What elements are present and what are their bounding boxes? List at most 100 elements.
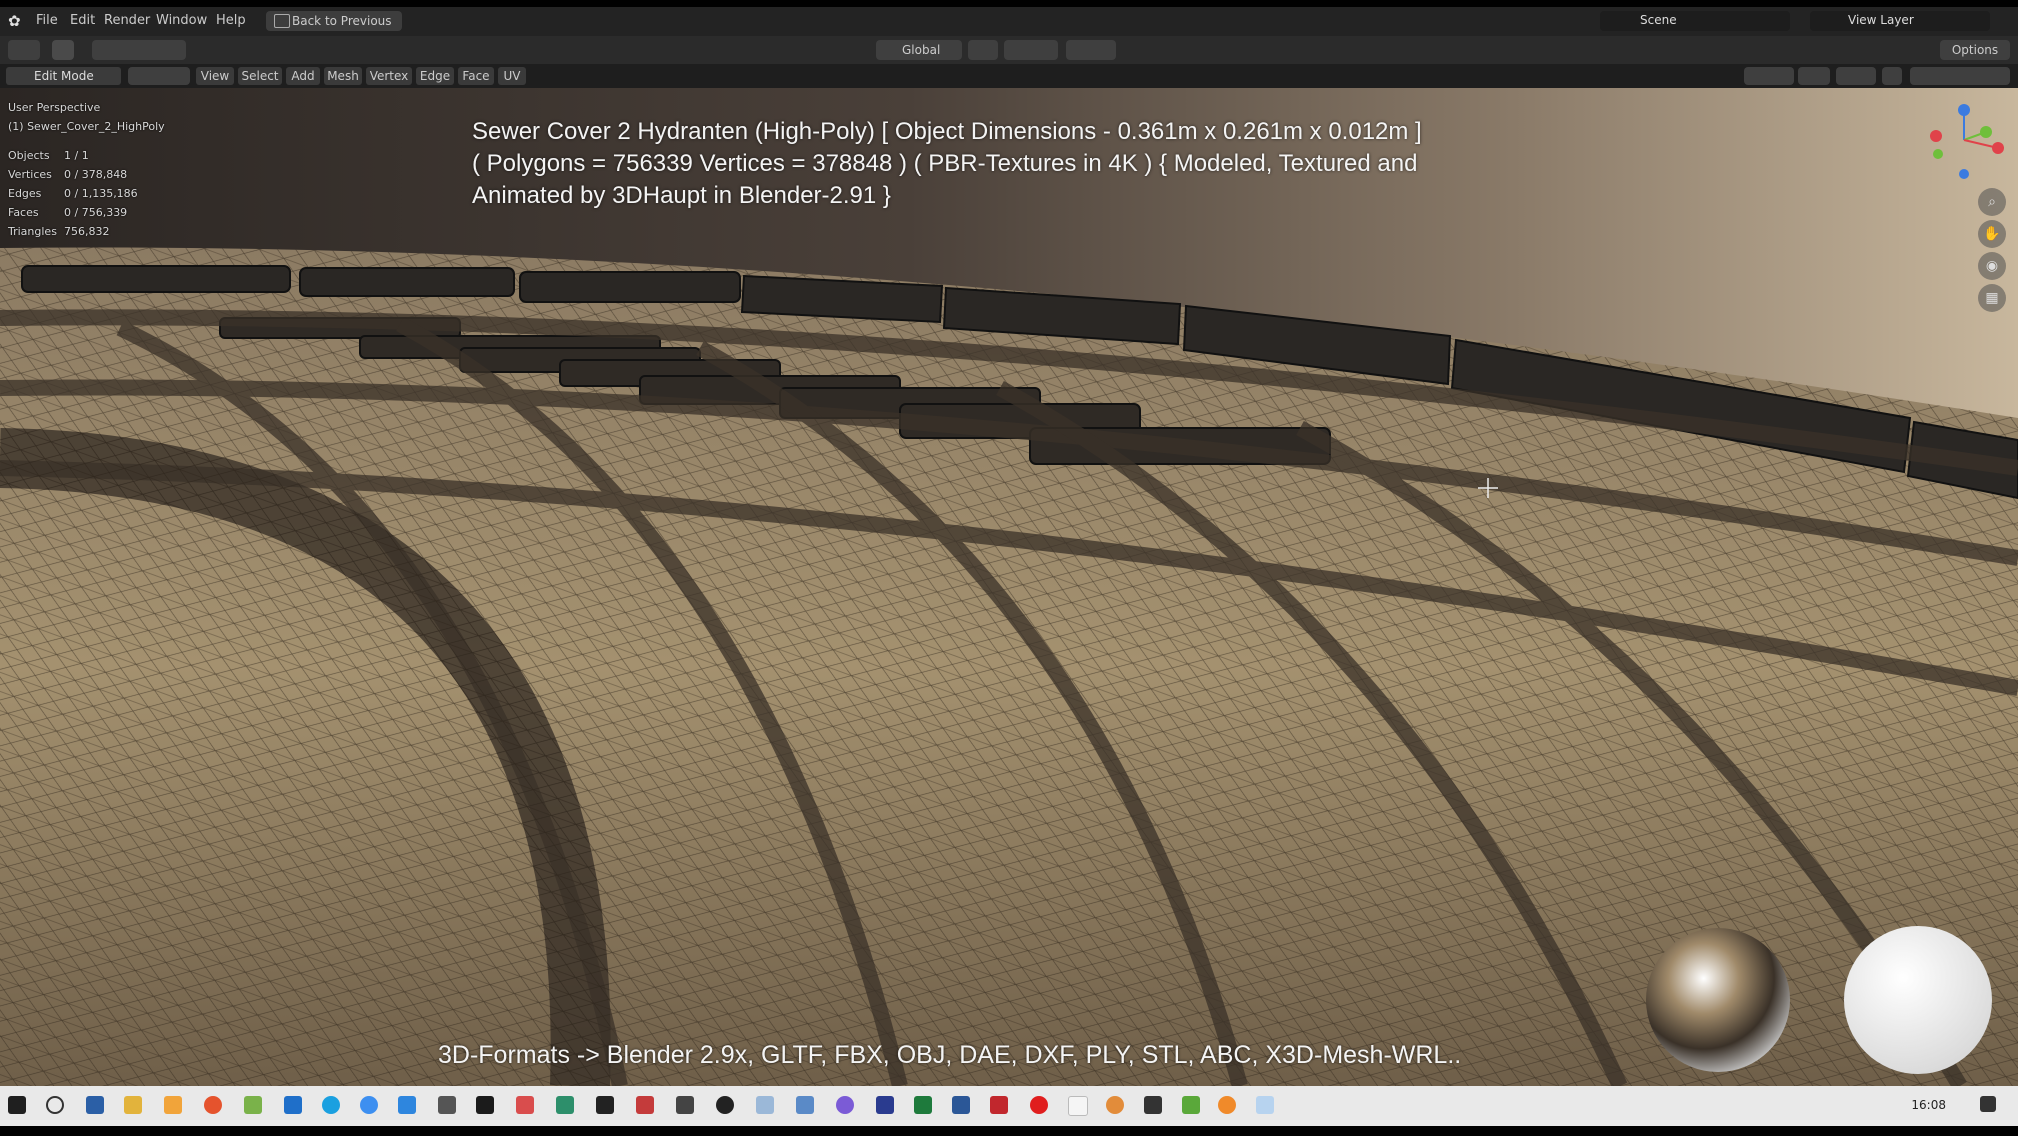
mode-dropdown[interactable]: Edit Mode — [6, 67, 121, 85]
app-icon[interactable] — [836, 1096, 854, 1114]
document-icon[interactable] — [1068, 1096, 1088, 1116]
transform-orientation-dropdown[interactable]: Global — [876, 40, 962, 60]
app-icon[interactable] — [990, 1096, 1008, 1114]
perspective-label: User Perspective — [8, 101, 101, 114]
title-line-3: Animated by 3DHaupt in Blender-2.91 } — [472, 182, 891, 209]
outlook-icon[interactable] — [284, 1096, 302, 1114]
notification-icon[interactable] — [1980, 1096, 1996, 1112]
menu-help[interactable]: Help — [216, 13, 246, 28]
skype-icon[interactable] — [322, 1096, 340, 1114]
app-icon[interactable] — [1256, 1096, 1274, 1114]
app-icon[interactable] — [1106, 1096, 1124, 1114]
app-icon[interactable] — [796, 1096, 814, 1114]
viewport-header: Edit Mode View Select Add Mesh Vertex Ed… — [0, 64, 2018, 88]
options-label: Options — [1951, 43, 1999, 57]
app-icon[interactable] — [438, 1096, 456, 1114]
stat-row: Triangles 756,832 — [8, 225, 110, 238]
selection-mode-buttons[interactable] — [92, 40, 186, 60]
menubar: ✿ File Edit Render Window Help Back to P… — [0, 7, 2018, 36]
app-icon[interactable] — [476, 1096, 494, 1114]
back-to-previous-label: Back to Previous — [292, 14, 392, 28]
view-layer-selector[interactable]: View Layer — [1810, 11, 1990, 31]
app-icon[interactable] — [636, 1096, 654, 1114]
stat-row: Objects 1 / 1 — [8, 149, 89, 162]
menu-mesh[interactable]: Mesh — [324, 67, 362, 85]
taskbar: 16:08 — [0, 1086, 2018, 1126]
tool-header: Global Options — [0, 36, 2018, 64]
top-border — [0, 0, 2018, 7]
proportional-edit-icon[interactable] — [1066, 40, 1116, 60]
menu-add[interactable]: Add — [286, 67, 320, 85]
app-icon[interactable] — [398, 1096, 416, 1114]
scene-label: Scene — [1640, 13, 1677, 27]
shading-buttons[interactable] — [1910, 67, 2010, 85]
3d-viewport[interactable]: ⌕ ✋ ◉ ▦ — [0, 88, 2018, 1086]
menu-face[interactable]: Face — [458, 67, 494, 85]
app-icon[interactable] — [596, 1096, 614, 1114]
xray-icon[interactable] — [1882, 67, 1902, 85]
overlays-icon[interactable] — [1836, 67, 1876, 85]
stat-row: Vertices 0 / 378,848 — [8, 168, 128, 181]
title-overlay: Sewer Cover 2 Hydranten (High-Poly) [ Ob… — [472, 116, 1572, 212]
snap-icon[interactable] — [1004, 40, 1058, 60]
blender-logo-icon[interactable]: ✿ — [8, 12, 26, 30]
window-icon — [274, 14, 290, 28]
grid-icon[interactable]: ▦ — [1978, 284, 2006, 312]
app-icon[interactable] — [556, 1096, 574, 1114]
notepad-icon[interactable] — [244, 1096, 262, 1114]
hand-icon[interactable]: ✋ — [1978, 220, 2006, 248]
editor-type-button[interactable] — [8, 40, 40, 60]
app-icon[interactable] — [516, 1096, 534, 1114]
options-dropdown[interactable]: Options — [1940, 40, 2010, 60]
menu-file[interactable]: File — [36, 13, 58, 28]
title-line-1: Sewer Cover 2 Hydranten (High-Poly) [ Ob… — [472, 118, 1422, 145]
gizmo-toggle-icon[interactable] — [1798, 67, 1830, 85]
app-icon[interactable] — [164, 1096, 182, 1114]
viewport-stats: User Perspective (1) Sewer_Cover_2_HighP… — [8, 98, 165, 241]
blender-taskbar-icon[interactable] — [1218, 1096, 1236, 1114]
view-layer-label: View Layer — [1848, 13, 1914, 27]
menu-select[interactable]: Select — [238, 67, 282, 85]
word-icon[interactable] — [952, 1096, 970, 1114]
stat-row: Edges 0 / 1,135,186 — [8, 187, 138, 200]
taskbar-clock: 16:08 — [1911, 1098, 1946, 1112]
windows-start-icon[interactable] — [8, 1096, 26, 1114]
menu-render[interactable]: Render — [104, 13, 150, 28]
app-icon[interactable] — [676, 1096, 694, 1114]
menu-vertex[interactable]: Vertex — [366, 67, 412, 85]
app-icon[interactable] — [756, 1096, 774, 1114]
select-tool-icon[interactable] — [52, 40, 74, 60]
save-app-icon[interactable] — [86, 1096, 104, 1114]
menu-edge[interactable]: Edge — [416, 67, 454, 85]
visibility-icon[interactable] — [1744, 67, 1794, 85]
bottom-border — [0, 1126, 2018, 1136]
pivot-icon[interactable] — [968, 40, 998, 60]
firefox-icon[interactable] — [204, 1096, 222, 1114]
camera-icon[interactable]: ◉ — [1978, 252, 2006, 280]
search-icon[interactable] — [46, 1096, 64, 1114]
menu-view[interactable]: View — [196, 67, 234, 85]
hdri-sphere-metal — [1646, 928, 1790, 1072]
title-line-2: ( Polygons = 756339 Vertices = 378848 ) … — [472, 150, 1418, 177]
scene-selector[interactable]: Scene — [1600, 11, 1790, 31]
menu-uv[interactable]: UV — [498, 67, 526, 85]
back-to-previous-button[interactable]: Back to Previous — [266, 11, 402, 31]
mode-label: Edit Mode — [34, 69, 94, 83]
menu-window[interactable]: Window — [156, 13, 207, 28]
viewport-render — [0, 88, 2018, 1086]
folder-icon[interactable] — [124, 1096, 142, 1114]
excel-icon[interactable] — [914, 1096, 932, 1114]
object-name-label: (1) Sewer_Cover_2_HighPoly — [8, 120, 165, 133]
select-mode-icons[interactable] — [128, 67, 190, 85]
hdri-sphere-diffuse — [1844, 926, 1992, 1074]
chrome-icon[interactable] — [360, 1096, 378, 1114]
orientation-label: Global — [902, 43, 941, 57]
opera-icon[interactable] — [1030, 1096, 1048, 1114]
app-icon[interactable] — [716, 1096, 734, 1114]
terminal-icon[interactable] — [1144, 1096, 1162, 1114]
formats-overlay: 3D-Formats -> Blender 2.9x, GLTF, FBX, O… — [438, 1041, 1462, 1069]
zoom-icon[interactable]: ⌕ — [1978, 188, 2006, 216]
app-icon[interactable] — [876, 1096, 894, 1114]
menu-edit[interactable]: Edit — [70, 13, 95, 28]
app-icon[interactable] — [1182, 1096, 1200, 1114]
